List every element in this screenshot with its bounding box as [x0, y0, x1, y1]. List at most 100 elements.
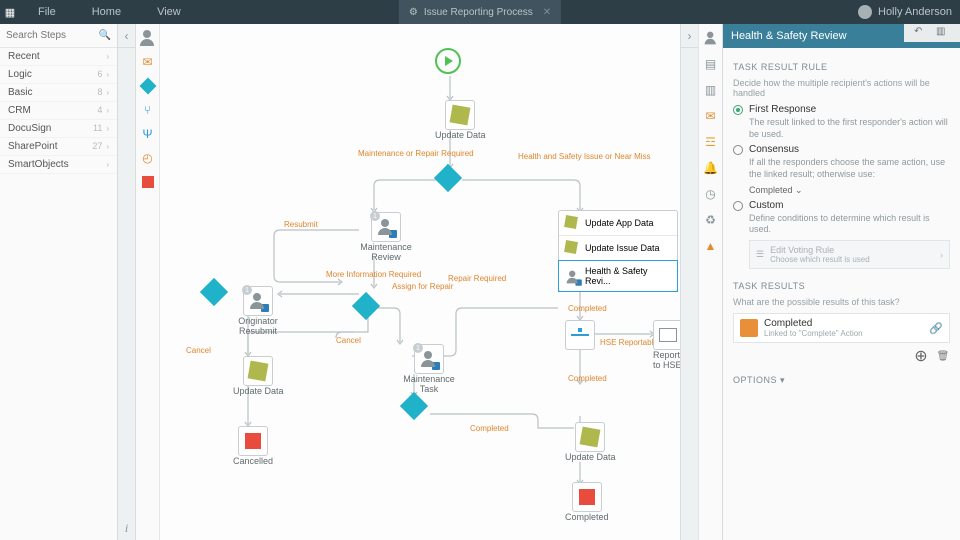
collapse-left-icon[interactable]: ‹ — [118, 24, 135, 48]
edit-voting-rule[interactable]: ☰ Edit Voting Rule Choose which result i… — [749, 240, 950, 269]
chevron-down-icon: ⌄ — [795, 185, 803, 195]
update-data-node[interactable]: Update Data — [435, 100, 486, 140]
reminder-icon[interactable]: 🔔 — [703, 160, 719, 176]
collapse-right-icon[interactable]: › — [681, 24, 698, 48]
step-toolstrip: ✉ ⑂ Ψ ◴ — [136, 24, 160, 540]
radio-dot-icon — [733, 105, 743, 115]
update-data-3-node[interactable]: Update Data — [565, 422, 616, 462]
edge-cancel-1: Cancel — [186, 346, 211, 355]
left-collapse-gutter: ‹ i — [118, 24, 136, 540]
app-logo-icon: ▦ — [0, 0, 20, 24]
completed-node[interactable]: Completed — [565, 482, 609, 522]
category-smartobjects[interactable]: SmartObjects› — [0, 156, 117, 174]
radio-consensus[interactable]: ConsensusIf all the responders choose th… — [733, 144, 950, 180]
right-collapse-gutter: › — [680, 24, 698, 540]
edge-more-info: More Information Required — [326, 270, 392, 279]
error-icon[interactable]: ▲ — [703, 238, 719, 254]
decision-resubmit[interactable] — [204, 282, 224, 302]
section-task-result-rule: TASK RESULT RULE — [733, 62, 950, 72]
steps-panel: 🔍 Recent› Logic6› Basic8› CRM4› DocuSign… — [0, 24, 118, 540]
merge-icon[interactable]: Ψ — [140, 126, 156, 142]
edge-assign-repair: Assign for Repair — [392, 282, 453, 291]
user-task-icon[interactable] — [140, 30, 156, 46]
search-input[interactable] — [6, 30, 86, 41]
link-icon[interactable]: 🔗 — [929, 322, 943, 335]
edge-resubmit: Resubmit — [284, 220, 318, 229]
recycle-icon[interactable]: ♻ — [703, 212, 719, 228]
decision-node-top[interactable] — [438, 168, 458, 188]
list-icon: ☰ — [756, 249, 764, 260]
edge-cancel-2: Cancel — [336, 336, 361, 345]
workflow-tab[interactable]: ⚙ Issue Reporting Process ✕ — [399, 0, 561, 24]
task-row-update-issue[interactable]: Update Issue Data — [559, 236, 677, 261]
chevron-right-icon: › — [940, 250, 943, 260]
edge-maint-required: Maintenance or Repair Required — [358, 149, 418, 158]
branch-node[interactable] — [565, 320, 595, 350]
deadline-icon[interactable]: ◷ — [703, 186, 719, 202]
edge-completed-2: Completed — [568, 374, 607, 383]
hint-result-rule: Decide how the multiple recipient's acti… — [733, 78, 950, 98]
undo-icon[interactable]: ↶ — [914, 26, 928, 40]
radio-custom[interactable]: CustomDefine conditions to determine whi… — [733, 200, 950, 236]
radio-first-response[interactable]: First ResponseThe result linked to the f… — [733, 104, 950, 140]
result-card-completed[interactable]: CompletedLinked to "Complete" Action 🔗 — [733, 313, 950, 343]
info-icon[interactable]: i — [125, 521, 128, 536]
mail-icon[interactable]: ✉ — [140, 54, 156, 70]
hint-task-results: What are the possible results of this ta… — [733, 297, 950, 307]
user-icon[interactable] — [703, 30, 719, 46]
decision-icon[interactable] — [140, 78, 156, 94]
decision-bottom[interactable] — [404, 396, 424, 416]
grid-icon[interactable]: ▥ — [936, 26, 950, 40]
clipboard-icon[interactable]: ▤ — [703, 56, 719, 72]
radio-dot-icon — [733, 145, 743, 155]
task-row-update-app[interactable]: Update App Data — [559, 211, 677, 236]
user-name[interactable]: Holly Anderson — [878, 6, 952, 18]
close-tab-icon[interactable]: ✕ — [543, 7, 551, 18]
report-hse-node[interactable]: Report to HSE — [653, 320, 680, 370]
results-icon[interactable]: ☲ — [703, 134, 719, 150]
workflow-canvas[interactable]: Update Data Maintenance or Repair Requir… — [160, 24, 680, 540]
category-basic[interactable]: Basic8› — [0, 84, 117, 102]
category-docusign[interactable]: DocuSign11› — [0, 120, 117, 138]
edge-hs-issue: Health and Safety Issue or Near Miss — [518, 152, 602, 161]
category-crm[interactable]: CRM4› — [0, 102, 117, 120]
decision-mid[interactable] — [356, 296, 376, 316]
top-menu-bar: ▦ File Home View ⚙ Issue Reporting Proce… — [0, 0, 960, 24]
mail-icon[interactable]: ✉ — [703, 108, 719, 124]
maintenance-task-node[interactable]: 1Maintenance Task — [399, 344, 459, 394]
originator-resubmit-node[interactable]: 1Originator Resubmit — [233, 286, 283, 336]
right-toolstrip: ▤ ▥ ✉ ☲ 🔔 ◷ ♻ ▲ — [698, 24, 722, 540]
edge-repair-required: Repair Required — [448, 274, 506, 283]
user-avatar-icon[interactable] — [858, 5, 872, 19]
delete-result-icon[interactable]: 🗑 — [936, 349, 950, 363]
category-logic[interactable]: Logic6› — [0, 66, 117, 84]
branch-icon[interactable]: ⑂ — [140, 102, 156, 118]
workflow-icon: ⚙ — [409, 7, 418, 18]
timer-icon[interactable]: ◴ — [140, 150, 156, 166]
properties-panel: Health & Safety Review TASK RESULT RULE … — [722, 24, 960, 540]
start-node[interactable] — [435, 48, 461, 74]
search-icon[interactable]: 🔍 — [99, 30, 111, 41]
cancelled-node[interactable]: Cancelled — [233, 426, 273, 466]
maintenance-review-node[interactable]: 1Maintenance Review — [359, 212, 413, 262]
search-steps[interactable]: 🔍 — [0, 24, 117, 48]
edge-completed-3: Completed — [470, 424, 509, 433]
edge-completed-1: Completed — [568, 304, 607, 313]
category-recent[interactable]: Recent› — [0, 48, 117, 66]
edge-hse-reportable: HSE Reportable — [600, 338, 658, 347]
result-icon — [740, 319, 758, 337]
update-data-2-node[interactable]: Update Data — [233, 356, 284, 396]
add-result-icon[interactable]: ⊕ — [914, 349, 928, 363]
end-icon[interactable] — [140, 174, 156, 190]
section-options[interactable]: OPTIONS ▾ — [733, 375, 950, 386]
menu-file[interactable]: File — [20, 6, 74, 18]
task-step-list[interactable]: Update App Data Update Issue Data Health… — [558, 210, 678, 292]
task-row-hs-review[interactable]: Health & Safety Revi... — [558, 260, 678, 292]
menu-view[interactable]: View — [139, 6, 199, 18]
menu-home[interactable]: Home — [74, 6, 139, 18]
properties-title: Health & Safety Review — [731, 30, 847, 42]
form-icon[interactable]: ▥ — [703, 82, 719, 98]
category-sharepoint[interactable]: SharePoint27› — [0, 138, 117, 156]
top-right-toolbar: ↶ ▥ — [904, 24, 960, 42]
consensus-fallback-select[interactable]: Completed ⌄ — [749, 185, 950, 196]
